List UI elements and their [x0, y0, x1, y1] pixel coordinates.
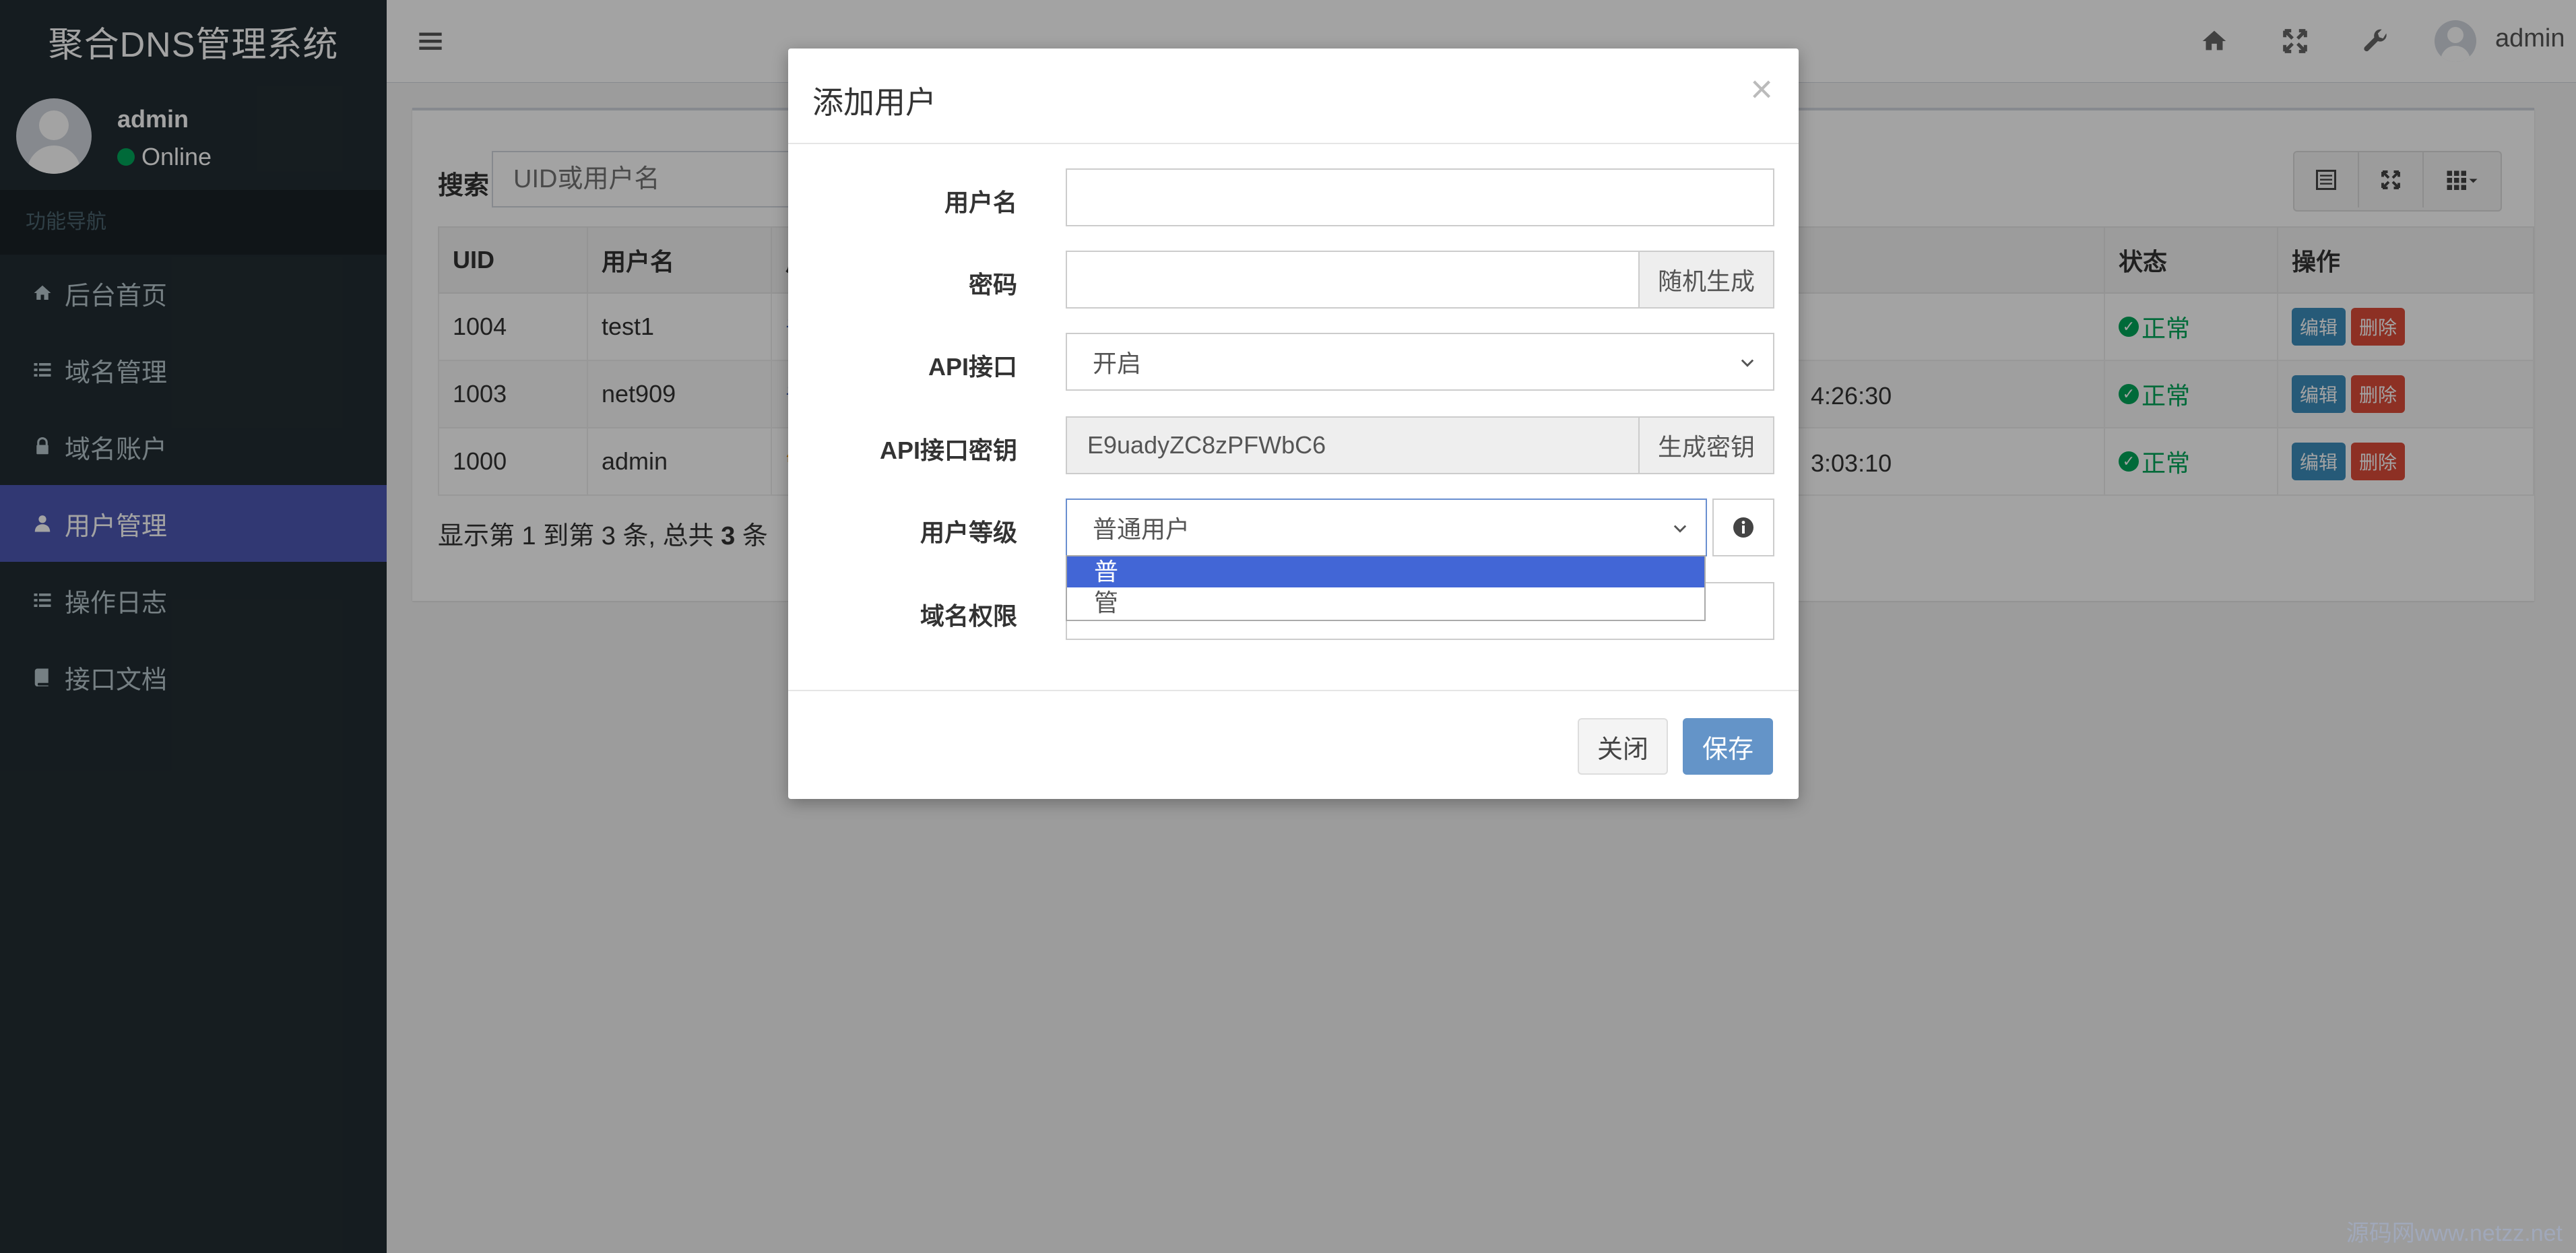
modal-header: 添加用户 ×: [788, 49, 1799, 144]
api-label: API接口: [928, 353, 1017, 381]
password-field[interactable]: [1066, 251, 1640, 309]
username-field[interactable]: [1066, 168, 1774, 226]
api-select[interactable]: 开启: [1066, 333, 1774, 391]
watermark: 源码网www.netzz.net: [2346, 1221, 2563, 1246]
user-level-select[interactable]: 普通用户: [1066, 499, 1707, 556]
info-button[interactable]: [1712, 499, 1774, 556]
add-user-modal: 添加用户 × 用户名 密码 随机生成 API接口 开启 API接口密钥 E9ua…: [788, 49, 1799, 799]
api-select-value: 开启: [1093, 350, 1142, 377]
username-label: 用户名: [944, 189, 1017, 216]
modal-footer: 关闭 保存: [788, 690, 1799, 800]
dropdown-option[interactable]: 管: [1067, 587, 1704, 618]
user-level-value: 普通用户: [1093, 515, 1190, 543]
password-label: 密码: [968, 271, 1017, 298]
dropdown-option[interactable]: 普: [1067, 556, 1704, 587]
save-button[interactable]: 保存: [1683, 718, 1773, 775]
api-key-field: E9uadyZC8zPFWbC6: [1066, 416, 1640, 474]
user-level-dropdown: 普 管: [1066, 555, 1706, 621]
domain-permission-label: 域名权限: [920, 602, 1017, 630]
random-generate-button[interactable]: 随机生成: [1638, 251, 1774, 309]
generate-key-button[interactable]: 生成密钥: [1638, 416, 1774, 474]
info-icon: [1733, 517, 1753, 538]
close-button[interactable]: 关闭: [1578, 718, 1668, 775]
chevron-down-icon: [1673, 525, 1687, 533]
chevron-down-icon: [1741, 359, 1754, 367]
close-icon[interactable]: ×: [1750, 70, 1773, 109]
modal-title: 添加用户: [812, 85, 936, 120]
api-key-label: API接口密钥: [879, 437, 1017, 464]
user-level-label: 用户等级: [920, 519, 1017, 546]
